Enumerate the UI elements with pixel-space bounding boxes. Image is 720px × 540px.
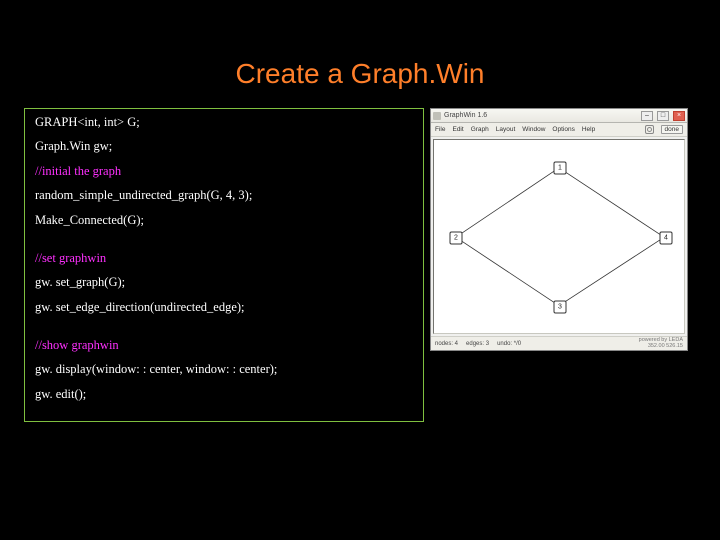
graph-node[interactable]: 4 bbox=[660, 232, 673, 245]
code-line: Make_Connected(G); bbox=[35, 213, 413, 227]
menu-edit[interactable]: Edit bbox=[452, 126, 463, 133]
statusbar: nodes: 4 edges: 3 undo: */0 powered by L… bbox=[431, 336, 687, 350]
menu-help[interactable]: Help bbox=[582, 126, 595, 133]
content-row: GRAPH<int, int> G; Graph.Win gw; //initi… bbox=[0, 108, 720, 422]
graph-canvas[interactable]: 1 2 4 3 bbox=[433, 139, 685, 334]
code-line: GRAPH<int, int> G; bbox=[35, 115, 413, 129]
code-comment: //set graphwin bbox=[35, 251, 413, 265]
code-line: Graph.Win gw; bbox=[35, 139, 413, 153]
window-title: GraphWin 1.6 bbox=[444, 112, 637, 119]
window-titlebar: GraphWin 1.6 – □ × bbox=[431, 109, 687, 123]
app-icon bbox=[433, 112, 441, 120]
maximize-button[interactable]: □ bbox=[657, 111, 669, 121]
code-comment: //show graphwin bbox=[35, 338, 413, 352]
menu-options[interactable]: Options bbox=[552, 126, 574, 133]
status-credit: powered by LEDA 352.00 526.15 bbox=[639, 338, 683, 349]
done-button[interactable]: done bbox=[661, 125, 683, 134]
menu-graph[interactable]: Graph bbox=[471, 126, 489, 133]
status-nodes: nodes: 4 bbox=[435, 341, 458, 347]
swirl-icon[interactable] bbox=[645, 125, 654, 134]
graph-node[interactable]: 1 bbox=[554, 162, 567, 175]
status-undo: undo: */0 bbox=[497, 341, 521, 347]
menu-file[interactable]: File bbox=[435, 126, 445, 133]
code-line: gw. set_edge_direction(undirected_edge); bbox=[35, 300, 413, 314]
menu-window[interactable]: Window bbox=[522, 126, 545, 133]
code-line: gw. set_graph(G); bbox=[35, 275, 413, 289]
menu-layout[interactable]: Layout bbox=[496, 126, 516, 133]
graph-node[interactable]: 2 bbox=[450, 232, 463, 245]
close-button[interactable]: × bbox=[673, 111, 685, 121]
graph-node[interactable]: 3 bbox=[554, 301, 567, 314]
code-box: GRAPH<int, int> G; Graph.Win gw; //initi… bbox=[24, 108, 424, 422]
code-line: random_simple_undirected_graph(G, 4, 3); bbox=[35, 188, 413, 202]
minimize-button[interactable]: – bbox=[641, 111, 653, 121]
code-line: gw. edit(); bbox=[35, 387, 413, 401]
code-line: gw. display(window: : center, window: : … bbox=[35, 362, 413, 376]
slide-title: Create a Graph.Win bbox=[0, 0, 720, 108]
graphwin-window: GraphWin 1.6 – □ × File Edit Graph Layou… bbox=[430, 108, 688, 351]
menubar: File Edit Graph Layout Window Options He… bbox=[431, 123, 687, 137]
code-comment: //initial the graph bbox=[35, 164, 413, 178]
status-edges: edges: 3 bbox=[466, 341, 489, 347]
